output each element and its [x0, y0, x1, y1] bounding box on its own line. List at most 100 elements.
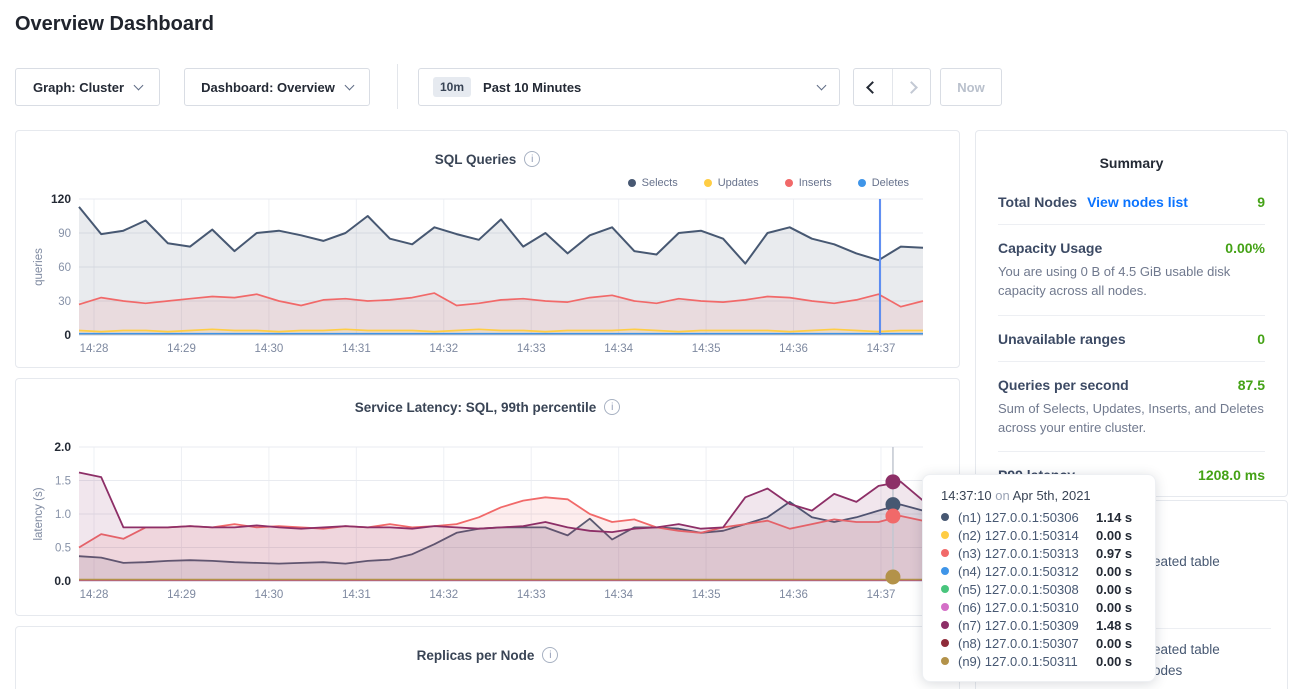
tooltip-node-value: 1.48 s [1096, 618, 1132, 633]
tooltip-header: 14:37:10 on Apr 5th, 2021 [941, 488, 1155, 503]
tooltip-node-value: 0.00 s [1096, 654, 1132, 669]
legend-dot-icon [858, 179, 866, 187]
now-button[interactable]: Now [940, 68, 1002, 106]
svg-text:0.0: 0.0 [54, 574, 71, 588]
svg-text:14:35: 14:35 [692, 343, 721, 355]
svg-text:90: 90 [58, 228, 71, 240]
tooltip-node-label: (n8) 127.0.0.1:50307 [958, 636, 1096, 651]
tooltip-row: (n7) 127.0.0.1:50309 1.48 s [941, 616, 1155, 634]
legend-item[interactable]: Inserts [785, 177, 832, 189]
tooltip-node-value: 0.00 s [1096, 564, 1132, 579]
svg-text:120: 120 [51, 192, 71, 206]
svg-text:1.0: 1.0 [55, 509, 71, 521]
info-icon[interactable]: i [542, 647, 558, 663]
legend-item[interactable]: Updates [704, 177, 759, 189]
tooltip-node-value: 0.00 s [1096, 636, 1132, 651]
replicas-per-node-card: Replicas per Node i [15, 626, 960, 689]
tooltip-time: 14:37:10 [941, 488, 992, 503]
summary-label: Unavailable ranges [998, 331, 1126, 347]
tooltip-node-value: 0.00 s [1096, 528, 1132, 543]
tooltip-row: (n1) 127.0.0.1:50306 1.14 s [941, 508, 1155, 526]
service-latency-card: 14:2814:2914:3014:3114:3214:3314:3414:35… [15, 378, 960, 616]
tooltip-on: on [995, 488, 1009, 503]
tooltip-row: (n6) 127.0.0.1:50310 0.00 s [941, 598, 1155, 616]
legend-item[interactable]: Deletes [858, 177, 909, 189]
dashboard-dropdown[interactable]: Dashboard: Overview [184, 68, 370, 106]
view-nodes-list-link[interactable]: View nodes list [1087, 194, 1188, 210]
time-step-buttons [853, 68, 931, 106]
svg-text:1.5: 1.5 [55, 476, 71, 488]
summary-value: 9 [1257, 194, 1265, 210]
svg-text:14:35: 14:35 [692, 589, 721, 601]
legend-dot-icon [628, 179, 636, 187]
summary-label: Queries per second [998, 377, 1129, 393]
svg-text:14:30: 14:30 [255, 589, 284, 601]
summary-title: Summary [998, 131, 1265, 179]
chevron-right-icon [905, 81, 918, 94]
tooltip-row: (n2) 127.0.0.1:50314 0.00 s [941, 526, 1155, 544]
chart-legend: Selects Updates Inserts Deletes [628, 177, 909, 189]
summary-description: You are using 0 B of 4.5 GiB usable disk… [998, 263, 1265, 301]
legend-dot-icon [704, 179, 712, 187]
svg-text:0: 0 [64, 328, 71, 342]
summary-row-capacity: Capacity Usage 0.00% You are using 0 B o… [998, 225, 1265, 316]
graph-dropdown[interactable]: Graph: Cluster [15, 68, 160, 106]
legend-label: Selects [642, 177, 678, 189]
summary-description: Sum of Selects, Updates, Inserts, and De… [998, 400, 1265, 438]
graph-dropdown-label: Graph: Cluster [33, 80, 124, 95]
chevron-down-icon [344, 80, 354, 90]
tooltip-row: (n9) 127.0.0.1:50311 0.00 s [941, 652, 1155, 670]
tooltip-node-value: 1.14 s [1096, 510, 1132, 525]
tooltip-node-label: (n4) 127.0.0.1:50312 [958, 564, 1096, 579]
summary-label: Capacity Usage [998, 240, 1102, 256]
tooltip-node-label: (n7) 127.0.0.1:50309 [958, 618, 1096, 633]
sql-queries-card: 14:2814:2914:3014:3114:3214:3314:3414:35… [15, 130, 960, 368]
svg-text:14:33: 14:33 [517, 343, 546, 355]
event-text-fragment[interactable]: eated table [1153, 554, 1220, 569]
series-dot-icon [941, 639, 949, 647]
svg-text:14:28: 14:28 [80, 343, 109, 355]
series-dot-icon [941, 513, 949, 521]
summary-row-total-nodes: Total Nodes View nodes list 9 [998, 179, 1265, 225]
time-range-badge: 10m [433, 77, 471, 97]
info-icon[interactable]: i [604, 399, 620, 415]
tooltip-node-value: 0.97 s [1096, 546, 1132, 561]
svg-text:14:37: 14:37 [867, 589, 896, 601]
legend-item[interactable]: Selects [628, 177, 678, 189]
summary-value: 1208.0 ms [1198, 467, 1265, 483]
series-dot-icon [941, 603, 949, 611]
tooltip-node-value: 0.00 s [1096, 582, 1132, 597]
tooltip-node-label: (n6) 127.0.0.1:50310 [958, 600, 1096, 615]
event-text-fragment[interactable]: odes [1153, 663, 1182, 678]
series-dot-icon [941, 567, 949, 575]
series-dot-icon [941, 657, 949, 665]
tooltip-node-label: (n5) 127.0.0.1:50308 [958, 582, 1096, 597]
chart-title: Service Latency: SQL, 99th percentile [355, 400, 597, 415]
svg-text:latency (s): latency (s) [33, 487, 45, 540]
time-forward-button[interactable] [892, 69, 931, 105]
legend-dot-icon [785, 179, 793, 187]
svg-text:14:28: 14:28 [80, 589, 109, 601]
svg-text:14:31: 14:31 [342, 589, 371, 601]
summary-row-qps: Queries per second 87.5 Sum of Selects, … [998, 362, 1265, 453]
svg-text:14:29: 14:29 [167, 343, 196, 355]
chart-title: SQL Queries [435, 152, 517, 167]
svg-text:14:34: 14:34 [604, 589, 633, 601]
chevron-left-icon [866, 81, 879, 94]
tooltip-node-label: (n9) 127.0.0.1:50311 [958, 654, 1096, 669]
svg-text:2.0: 2.0 [54, 440, 71, 454]
svg-text:14:32: 14:32 [429, 589, 458, 601]
series-dot-icon [941, 585, 949, 593]
time-range-dropdown[interactable]: 10m Past 10 Minutes [418, 68, 840, 106]
event-text-fragment[interactable]: eated table [1153, 642, 1220, 657]
legend-label: Deletes [872, 177, 909, 189]
toolbar-divider [397, 64, 398, 109]
summary-row-unavailable-ranges: Unavailable ranges 0 [998, 316, 1265, 362]
summary-value: 0.00% [1225, 240, 1265, 256]
dashboard-dropdown-label: Dashboard: Overview [201, 80, 335, 95]
info-icon[interactable]: i [524, 151, 540, 167]
svg-text:60: 60 [58, 262, 71, 274]
tooltip-row: (n3) 127.0.0.1:50313 0.97 s [941, 544, 1155, 562]
time-back-button[interactable] [854, 69, 892, 105]
svg-text:14:32: 14:32 [429, 343, 458, 355]
